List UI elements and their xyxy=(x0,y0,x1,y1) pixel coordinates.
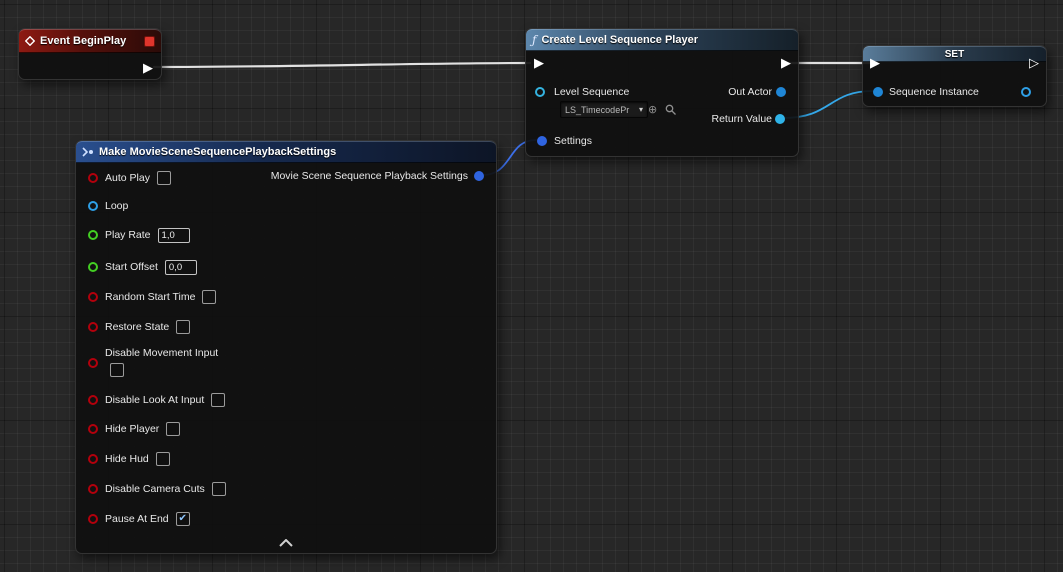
bool-pin[interactable] xyxy=(88,358,98,368)
node-event-beginplay[interactable]: Event BeginPlay ▶ xyxy=(18,28,162,80)
node-header[interactable]: Make MovieSceneSequencePlaybackSettings xyxy=(76,141,496,163)
out-actor-pin[interactable] xyxy=(776,87,786,97)
blueprint-graph-canvas[interactable]: Event BeginPlay ▶ ƒ Create Level Sequenc… xyxy=(0,0,1063,572)
pin-row: Random Start Time xyxy=(76,288,496,306)
node-red-badge xyxy=(144,36,155,47)
pin-label: Play Rate xyxy=(105,229,151,241)
pin-row: Play Rate xyxy=(76,226,496,244)
play-rate-input[interactable] xyxy=(158,228,190,243)
output-value-pin[interactable] xyxy=(1021,87,1031,97)
exec-out-pin[interactable]: ▶ xyxy=(781,57,791,70)
exec-in-pin[interactable]: ▶ xyxy=(870,57,880,70)
exec-in-pin[interactable]: ▶ xyxy=(534,57,544,70)
pin-label: Disable Camera Cuts xyxy=(105,483,205,495)
use-selected-asset-icon[interactable]: ⊕ xyxy=(648,104,657,115)
pin-row: Start Offset xyxy=(76,258,496,276)
pin-label: Restore State xyxy=(105,321,169,333)
bool-pin[interactable] xyxy=(88,292,98,302)
exec-out-pin[interactable]: ▷ xyxy=(1029,57,1039,70)
auto-play-checkbox[interactable] xyxy=(157,171,171,185)
pin-label: Start Offset xyxy=(105,261,158,273)
function-icon: ƒ xyxy=(532,34,536,46)
pin-row: Disable Look At Input xyxy=(76,391,496,409)
node-header[interactable]: ƒ Create Level Sequence Player xyxy=(526,29,798,51)
node-title: Create Level Sequence Player xyxy=(541,34,698,46)
bool-pin[interactable] xyxy=(88,454,98,464)
pin-label: Pause At End xyxy=(105,513,169,525)
exec-out-pin[interactable]: ▶ xyxy=(143,62,153,75)
node-title: Event BeginPlay xyxy=(40,35,126,47)
pin-label: Settings xyxy=(554,133,592,149)
pin-label: Disable Movement Input xyxy=(105,347,218,359)
bool-pin[interactable] xyxy=(88,424,98,434)
event-icon xyxy=(25,36,35,46)
float-pin[interactable] xyxy=(88,230,98,240)
disable-movement-input-checkbox[interactable] xyxy=(110,363,124,377)
pin-label: Sequence Instance xyxy=(889,84,979,100)
start-offset-input[interactable] xyxy=(165,260,197,275)
struct-pin[interactable] xyxy=(88,201,98,211)
pin-label: Hide Hud xyxy=(105,453,149,465)
make-struct-icon xyxy=(82,147,94,157)
disable-look-at-input-checkbox[interactable] xyxy=(211,393,225,407)
settings-pin[interactable] xyxy=(537,136,547,146)
sequence-instance-pin[interactable] xyxy=(873,87,883,97)
pin-row: Hide Player xyxy=(76,420,496,438)
pin-label: Disable Look At Input xyxy=(105,394,204,406)
dropdown-selected-value: LS_TimecodePr xyxy=(565,105,629,115)
level-sequence-pin[interactable] xyxy=(535,87,545,97)
pin-label: Out Actor xyxy=(728,84,772,100)
pin-label: Level Sequence xyxy=(554,84,629,100)
node-set-sequence-instance[interactable]: SET ▶ ▷ Sequence Instance xyxy=(862,45,1047,107)
node-title: Make MovieSceneSequencePlaybackSettings xyxy=(99,146,336,158)
disable-camera-cuts-checkbox[interactable] xyxy=(212,482,226,496)
pause-at-end-checkbox[interactable]: ✔ xyxy=(176,512,190,526)
pin-label: Random Start Time xyxy=(105,291,195,303)
node-create-level-sequence-player[interactable]: ƒ Create Level Sequence Player ▶ ▶ Level… xyxy=(525,28,799,157)
pin-label: Return Value xyxy=(711,111,772,127)
pin-label: Hide Player xyxy=(105,423,159,435)
pin-row: Disable Movement Input xyxy=(76,346,496,378)
pin-row: Hide Hud xyxy=(76,450,496,468)
collapse-chevron[interactable] xyxy=(279,539,293,547)
node-header[interactable]: SET xyxy=(863,46,1046,62)
browse-asset-icon[interactable] xyxy=(665,104,677,116)
pin-row: Loop xyxy=(76,197,496,215)
node-header[interactable]: Event BeginPlay xyxy=(19,29,161,53)
hide-hud-checkbox[interactable] xyxy=(156,452,170,466)
return-value-pin[interactable] xyxy=(775,114,785,124)
bool-pin[interactable] xyxy=(88,322,98,332)
bool-pin[interactable] xyxy=(88,514,98,524)
pin-label: Loop xyxy=(105,200,128,212)
random-start-time-checkbox[interactable] xyxy=(202,290,216,304)
node-title: SET xyxy=(945,49,964,60)
pin-row: Restore State xyxy=(76,318,496,336)
bool-pin[interactable] xyxy=(88,395,98,405)
exec-wire-beginplay-to-create[interactable] xyxy=(154,63,530,67)
restore-state-checkbox[interactable] xyxy=(176,320,190,334)
level-sequence-dropdown[interactable]: LS_TimecodePr ▾ xyxy=(560,101,648,118)
pin-row: Auto Play xyxy=(76,169,496,187)
node-make-playback-settings[interactable]: Make MovieSceneSequencePlaybackSettings … xyxy=(75,140,497,554)
float-pin[interactable] xyxy=(88,262,98,272)
dropdown-caret-icon: ▾ xyxy=(639,105,643,114)
hide-player-checkbox[interactable] xyxy=(166,422,180,436)
pin-label: Auto Play xyxy=(105,172,150,184)
pin-row: Disable Camera Cuts xyxy=(76,480,496,498)
bool-pin[interactable] xyxy=(88,173,98,183)
bool-pin[interactable] xyxy=(88,484,98,494)
pin-row: Pause At End ✔ xyxy=(76,510,496,528)
